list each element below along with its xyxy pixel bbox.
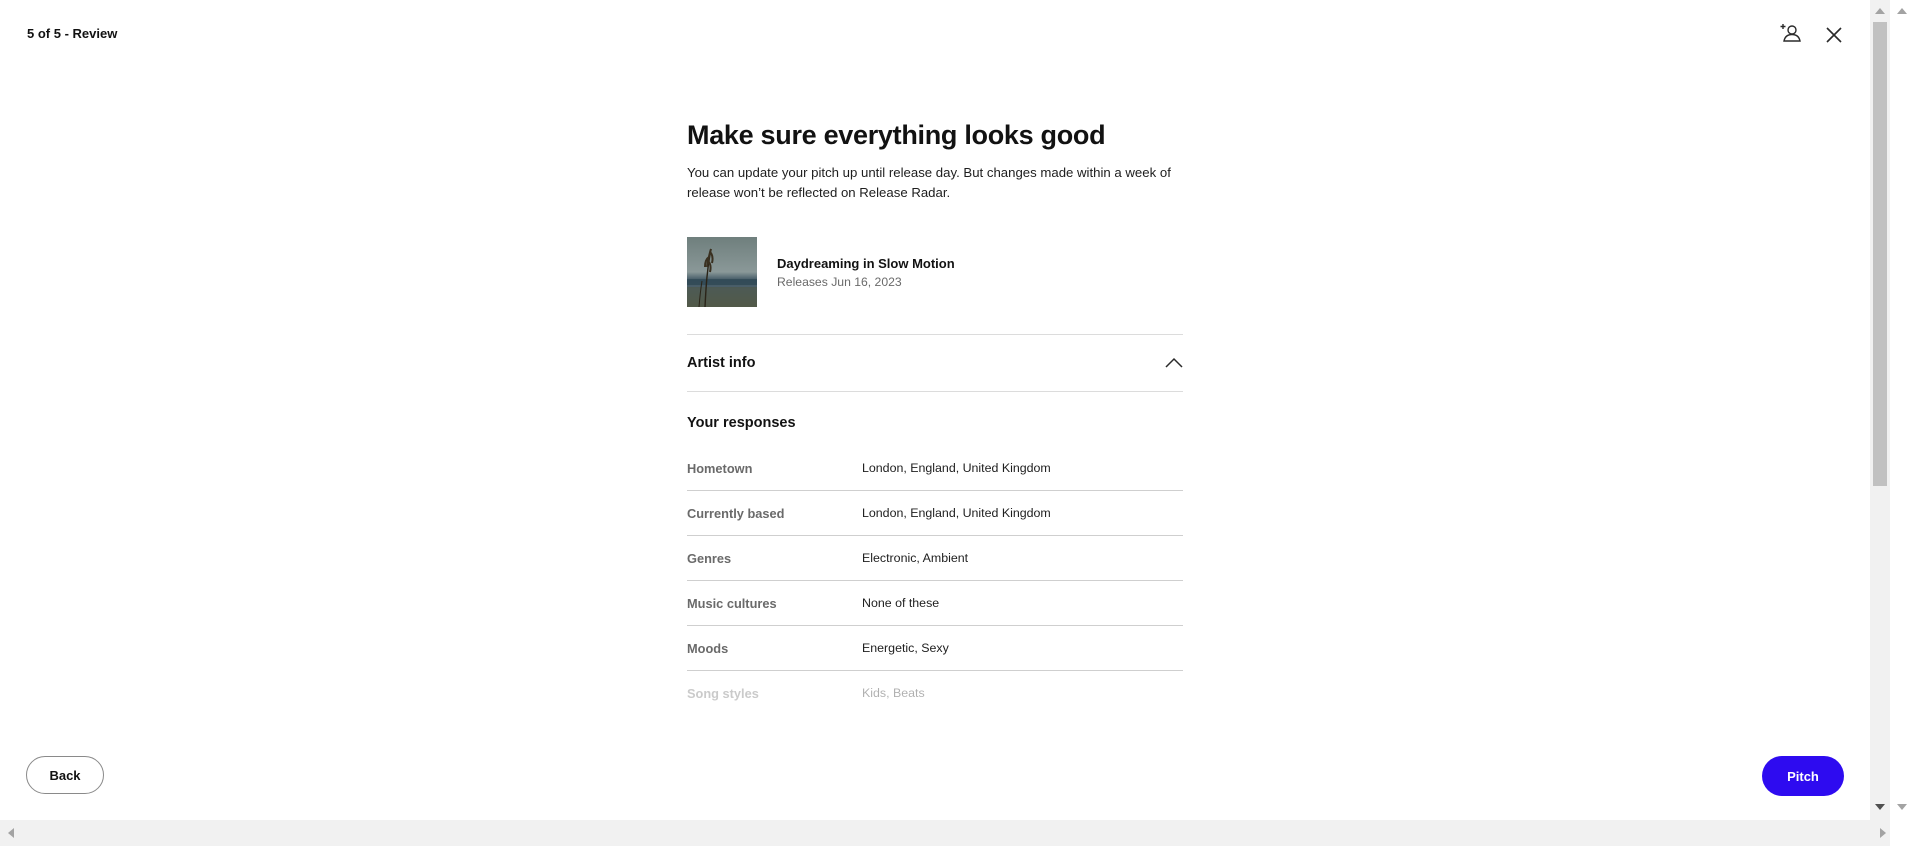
review-page: 5 of 5 - Review Make sure everything loo… [0,0,1870,820]
response-key: Music cultures [687,595,777,611]
close-button[interactable] [1819,20,1849,50]
response-row: Music cultures None of these [687,581,1183,626]
responses-heading: Your responses [687,415,796,431]
response-key: Hometown [687,460,753,476]
outer-scroll-down-arrow-icon[interactable] [1897,804,1907,810]
step-label: 5 of 5 - Review [27,26,118,41]
outer-scroll-up-arrow-icon[interactable] [1897,8,1907,14]
response-value: Kids, Beats [862,686,925,700]
response-value: London, England, United Kingdom [862,461,1051,475]
page-subtitle: You can update your pitch up until relea… [687,165,1171,200]
response-row: Genres Electronic, Ambient [687,536,1183,581]
add-person-icon [1780,24,1801,42]
response-row: Hometown London, England, United Kingdom [687,446,1183,491]
response-row: Moods Energetic, Sexy [687,626,1183,671]
invite-collaborator-button[interactable] [1776,18,1806,48]
response-row: Currently based London, England, United … [687,491,1183,536]
scroll-right-arrow-icon[interactable] [1880,828,1886,838]
pitch-button[interactable]: Pitch [1762,756,1844,796]
response-key: Genres [687,550,732,566]
chevron-up-icon [1165,357,1183,368]
vertical-scrollbar[interactable] [1870,0,1890,820]
release-date: Releases Jun 16, 2023 [777,274,902,289]
response-key: Moods [687,640,729,656]
outer-scrollbar-gutter [1890,0,1920,846]
back-button[interactable]: Back [26,756,104,794]
response-value: Energetic, Sexy [862,641,949,655]
response-key: Song styles [687,685,759,701]
review-content: Make sure everything looks good You can … [687,120,1183,715]
scroll-up-arrow-icon[interactable] [1875,8,1885,14]
release-title: Daydreaming in Slow Motion [777,255,955,271]
horizontal-scrollbar[interactable] [0,820,1890,846]
responses-list: Hometown London, England, United Kingdom… [687,446,1183,715]
release-summary: Daydreaming in Slow Motion Releases Jun … [687,237,1183,307]
artist-info-accordion[interactable]: Artist info [687,335,1183,392]
response-value: None of these [862,596,940,610]
response-value: London, England, United Kingdom [862,506,1051,520]
scroll-down-arrow-icon[interactable] [1875,804,1885,810]
response-key: Currently based [687,505,785,521]
release-artwork [687,237,757,307]
bottom-fade-overlay [0,700,1870,820]
page-title: Make sure everything looks good [687,120,1106,150]
scroll-left-arrow-icon[interactable] [8,828,14,838]
close-icon [1826,27,1842,43]
response-value: Electronic, Ambient [862,551,969,565]
scrollbar-thumb[interactable] [1873,22,1887,486]
accordion-label: Artist info [687,355,756,371]
